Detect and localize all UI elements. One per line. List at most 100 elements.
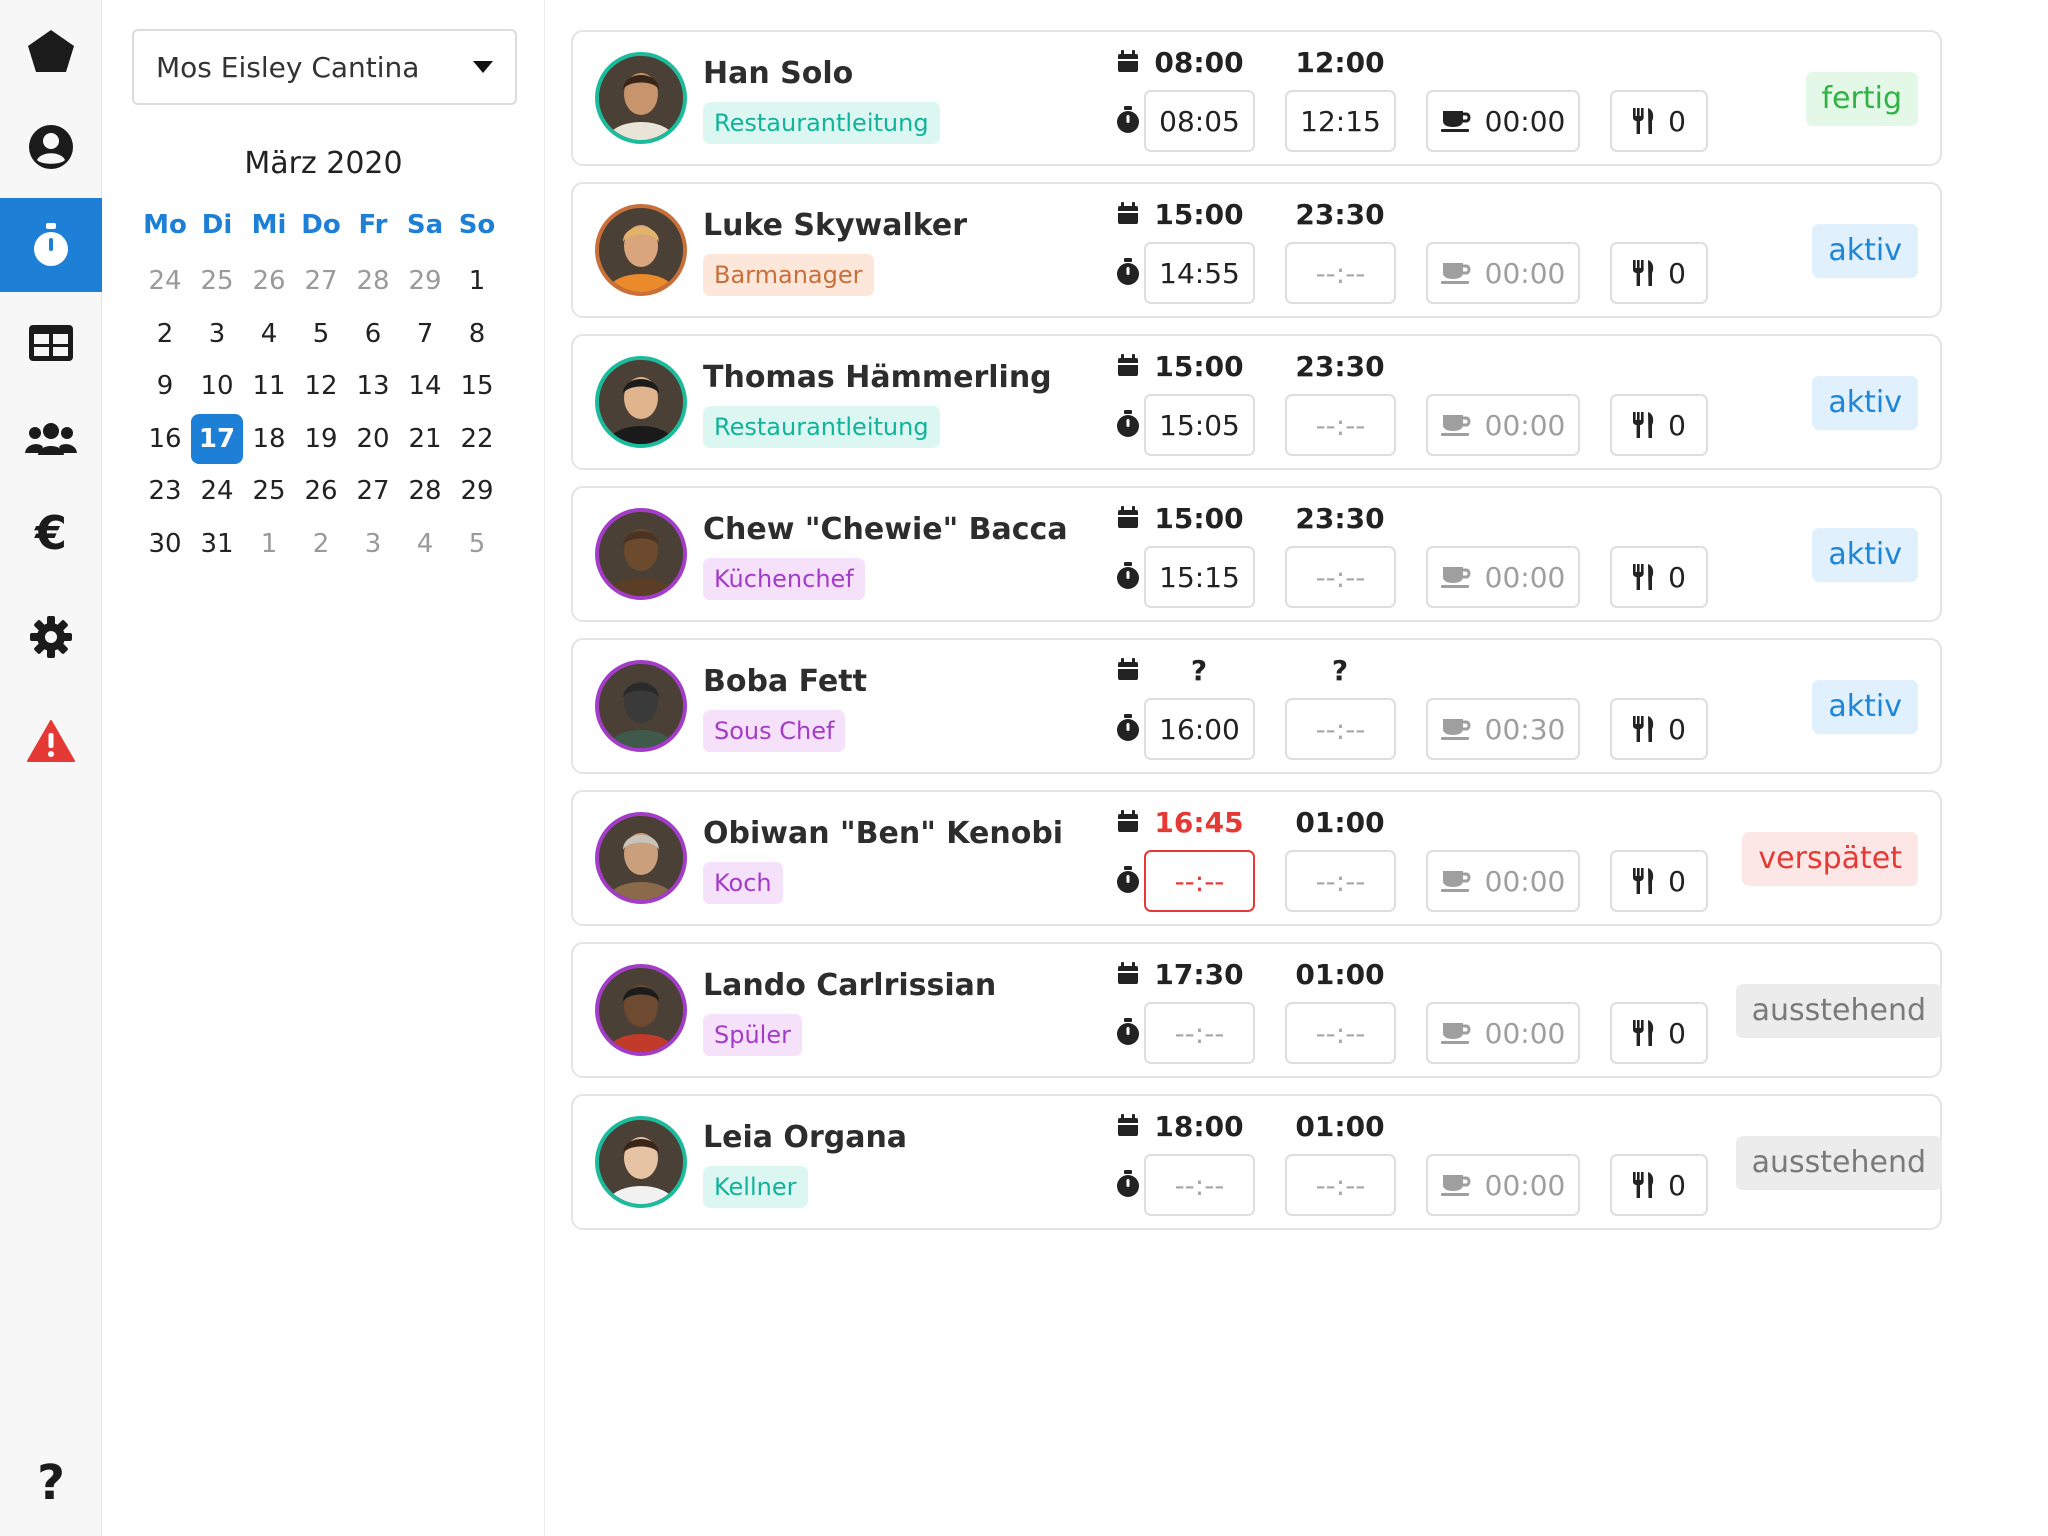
avatar[interactable] <box>595 660 687 752</box>
meals-input[interactable]: 0 <box>1610 394 1708 456</box>
calendar-day[interactable]: 28 <box>399 466 451 516</box>
actual-end-input[interactable]: 12:15 <box>1285 90 1396 152</box>
calendar-day[interactable]: 11 <box>243 361 295 411</box>
meals-input[interactable]: 0 <box>1610 242 1708 304</box>
meals-input[interactable]: 0 <box>1610 1002 1708 1064</box>
actual-start-input[interactable]: 14:55 <box>1144 242 1255 304</box>
calendar-day[interactable]: 14 <box>399 361 451 411</box>
calendar-day[interactable]: 26 <box>295 466 347 516</box>
location-select[interactable]: Mos Eisley Cantina <box>132 29 517 105</box>
calendar-day[interactable]: 27 <box>347 466 399 516</box>
calendar-day[interactable]: 22 <box>451 414 503 464</box>
calendar-day[interactable]: 10 <box>191 361 243 411</box>
calendar-day[interactable]: 2 <box>139 309 191 359</box>
calendar-day[interactable]: 15 <box>451 361 503 411</box>
avatar[interactable] <box>595 52 687 144</box>
calendar-day[interactable]: 21 <box>399 414 451 464</box>
break-input[interactable]: 00:00 <box>1426 850 1580 912</box>
employee-card[interactable]: Thomas Hämmerling Restaurantleitung 15:00 2… <box>571 334 1942 470</box>
calendar-day[interactable]: 29 <box>451 466 503 516</box>
calendar-day[interactable]: 31 <box>191 519 243 569</box>
nav-alerts[interactable] <box>0 694 102 788</box>
break-input[interactable]: 00:00 <box>1426 394 1580 456</box>
actual-start-input[interactable]: 16:00 <box>1144 698 1255 760</box>
actual-end-input[interactable]: --:-- <box>1285 1154 1396 1216</box>
employee-card[interactable]: Lando Carlrissian Spüler 17:30 01:00 --:-- --… <box>571 942 1942 1078</box>
calendar-day[interactable]: 20 <box>347 414 399 464</box>
calendar-day[interactable]: 4 <box>243 309 295 359</box>
nav-settings[interactable] <box>0 590 102 684</box>
nav-finance[interactable]: € <box>0 486 102 580</box>
actual-start-input[interactable]: 08:05 <box>1144 90 1255 152</box>
meals-input[interactable]: 0 <box>1610 1154 1708 1216</box>
calendar-day[interactable]: 3 <box>191 309 243 359</box>
calendar-day[interactable]: 25 <box>191 256 243 306</box>
nav-help[interactable]: ? <box>0 1436 102 1530</box>
employee-card[interactable]: Obiwan "Ben" Kenobi Koch 16:45 01:00 --:-- --… <box>571 790 1942 926</box>
calendar-day[interactable]: 8 <box>451 309 503 359</box>
calendar-day[interactable]: 3 <box>347 519 399 569</box>
calendar-day[interactable]: 2 <box>295 519 347 569</box>
meals-input[interactable]: 0 <box>1610 90 1708 152</box>
nav-home[interactable] <box>0 4 102 98</box>
calendar-day[interactable]: 1 <box>451 256 503 306</box>
calendar-day[interactable]: 12 <box>295 361 347 411</box>
break-input[interactable]: 00:00 <box>1426 1002 1580 1064</box>
meals-input[interactable]: 0 <box>1610 698 1708 760</box>
calendar-day[interactable]: 17 <box>191 413 243 464</box>
avatar[interactable] <box>595 964 687 1056</box>
calendar-day[interactable]: 29 <box>399 256 451 306</box>
calendar-day[interactable]: 25 <box>243 466 295 516</box>
nav-schedule[interactable] <box>0 296 102 390</box>
actual-end-input[interactable]: --:-- <box>1285 546 1396 608</box>
avatar[interactable] <box>595 508 687 600</box>
calendar-day[interactable]: 5 <box>451 519 503 569</box>
actual-end-input[interactable]: --:-- <box>1285 242 1396 304</box>
calendar-day[interactable]: 26 <box>243 256 295 306</box>
avatar[interactable] <box>595 1116 687 1208</box>
break-input[interactable]: 00:00 <box>1426 242 1580 304</box>
calendar-day[interactable]: 18 <box>243 414 295 464</box>
employee-card[interactable]: Leia Organa Kellner 18:00 01:00 --:-- --:-- 00… <box>571 1094 1942 1230</box>
calendar-day[interactable]: 1 <box>243 519 295 569</box>
calendar-day[interactable]: 28 <box>347 256 399 306</box>
calendar-day[interactable]: 19 <box>295 414 347 464</box>
actual-end-input[interactable]: --:-- <box>1285 1002 1396 1064</box>
employee-card[interactable]: Chew "Chewie" Bacca Küchenchef 15:00 23:30 1… <box>571 486 1942 622</box>
employee-card[interactable]: Han Solo Restaurantleitung 08:00 12:00 08:05… <box>571 30 1942 166</box>
actual-start-input[interactable]: --:-- <box>1144 1154 1255 1216</box>
break-input[interactable]: 00:00 <box>1426 1154 1580 1216</box>
calendar-day[interactable]: 27 <box>295 256 347 306</box>
employee-card[interactable]: Boba Fett Sous Chef?? 16:00 --:-- 00:30 0 akti… <box>571 638 1942 774</box>
actual-start-input[interactable]: --:-- <box>1144 850 1255 912</box>
calendar-day[interactable]: 23 <box>139 466 191 516</box>
calendar-day[interactable]: 9 <box>139 361 191 411</box>
calendar-day[interactable]: 4 <box>399 519 451 569</box>
actual-start-input[interactable]: 15:05 <box>1144 394 1255 456</box>
actual-end-input[interactable]: --:-- <box>1285 698 1396 760</box>
nav-team[interactable] <box>0 392 102 486</box>
calendar-day[interactable]: 5 <box>295 309 347 359</box>
actual-start-input[interactable]: --:-- <box>1144 1002 1255 1064</box>
actual-end-input[interactable]: --:-- <box>1285 850 1396 912</box>
nav-time-tracking[interactable] <box>0 198 102 292</box>
calendar-day[interactable]: 6 <box>347 309 399 359</box>
avatar[interactable] <box>595 204 687 296</box>
avatar[interactable] <box>595 356 687 448</box>
actual-start-input[interactable]: 15:15 <box>1144 546 1255 608</box>
break-input[interactable]: 00:00 <box>1426 90 1580 152</box>
meals-input[interactable]: 0 <box>1610 546 1708 608</box>
meals-input[interactable]: 0 <box>1610 850 1708 912</box>
calendar-day[interactable]: 30 <box>139 519 191 569</box>
break-input[interactable]: 00:30 <box>1426 698 1580 760</box>
calendar-day[interactable]: 16 <box>139 414 191 464</box>
actual-end-input[interactable]: --:-- <box>1285 394 1396 456</box>
nav-profile[interactable] <box>0 100 102 194</box>
calendar-day[interactable]: 24 <box>139 256 191 306</box>
calendar-day[interactable]: 7 <box>399 309 451 359</box>
employee-card[interactable]: Luke Skywalker Barmanager 15:00 23:30 14:55-… <box>571 182 1942 318</box>
avatar[interactable] <box>595 812 687 904</box>
calendar-day[interactable]: 13 <box>347 361 399 411</box>
break-input[interactable]: 00:00 <box>1426 546 1580 608</box>
calendar-day[interactable]: 24 <box>191 466 243 516</box>
